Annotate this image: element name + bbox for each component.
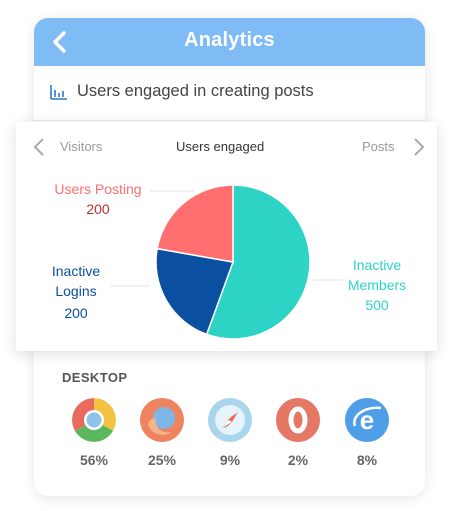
chart-panel: Visitors Users engaged Posts Users Posti… [16, 122, 437, 351]
label-inactive-logins: Inactive Logins 200 [36, 261, 116, 323]
label-users-posting: Users Posting 200 [43, 179, 153, 219]
pie-slices [155, 184, 311, 340]
label-users-posting-value: 200 [86, 201, 110, 217]
label-inactive-logins-line2: Logins [55, 283, 97, 299]
label-inactive-logins-line1: Inactive [51, 263, 101, 279]
label-inactive-logins-value: 200 [64, 305, 88, 321]
browser-stat-safari: 9% [207, 398, 253, 468]
label-inactive-members-line2: Members [347, 277, 407, 293]
app-header: Analytics [34, 18, 425, 66]
browser-stat-ie: e 8% [344, 398, 390, 468]
browser-stat-opera: 2% [275, 398, 321, 468]
safari-icon [208, 398, 252, 442]
chrome-icon [72, 398, 116, 442]
label-inactive-members-value: 500 [365, 297, 389, 313]
browser-percent: 56% [79, 452, 109, 468]
browser-stat-chrome: 56% [71, 398, 117, 468]
browser-percent: 9% [219, 452, 241, 468]
section-title: Users engaged in creating posts [77, 82, 314, 100]
section-header: Users engaged in creating posts [34, 66, 425, 121]
label-inactive-members: Inactive Members 500 [334, 255, 420, 315]
pie-slice-users-posting [156, 184, 234, 263]
label-users-posting-name: Users Posting [54, 181, 142, 197]
browser-stat-firefox: 25% [139, 398, 185, 468]
browser-percent: 2% [287, 452, 309, 468]
bar-chart-icon [50, 85, 67, 100]
browser-percent: 25% [147, 452, 177, 468]
ie-icon: e [345, 398, 389, 442]
desktop-heading: DESKTOP [62, 370, 128, 385]
browser-percent: 8% [356, 452, 378, 468]
firefox-icon [140, 398, 184, 442]
opera-icon [276, 398, 320, 442]
label-inactive-members-line1: Inactive [352, 257, 402, 273]
page-title: Analytics [184, 29, 275, 51]
